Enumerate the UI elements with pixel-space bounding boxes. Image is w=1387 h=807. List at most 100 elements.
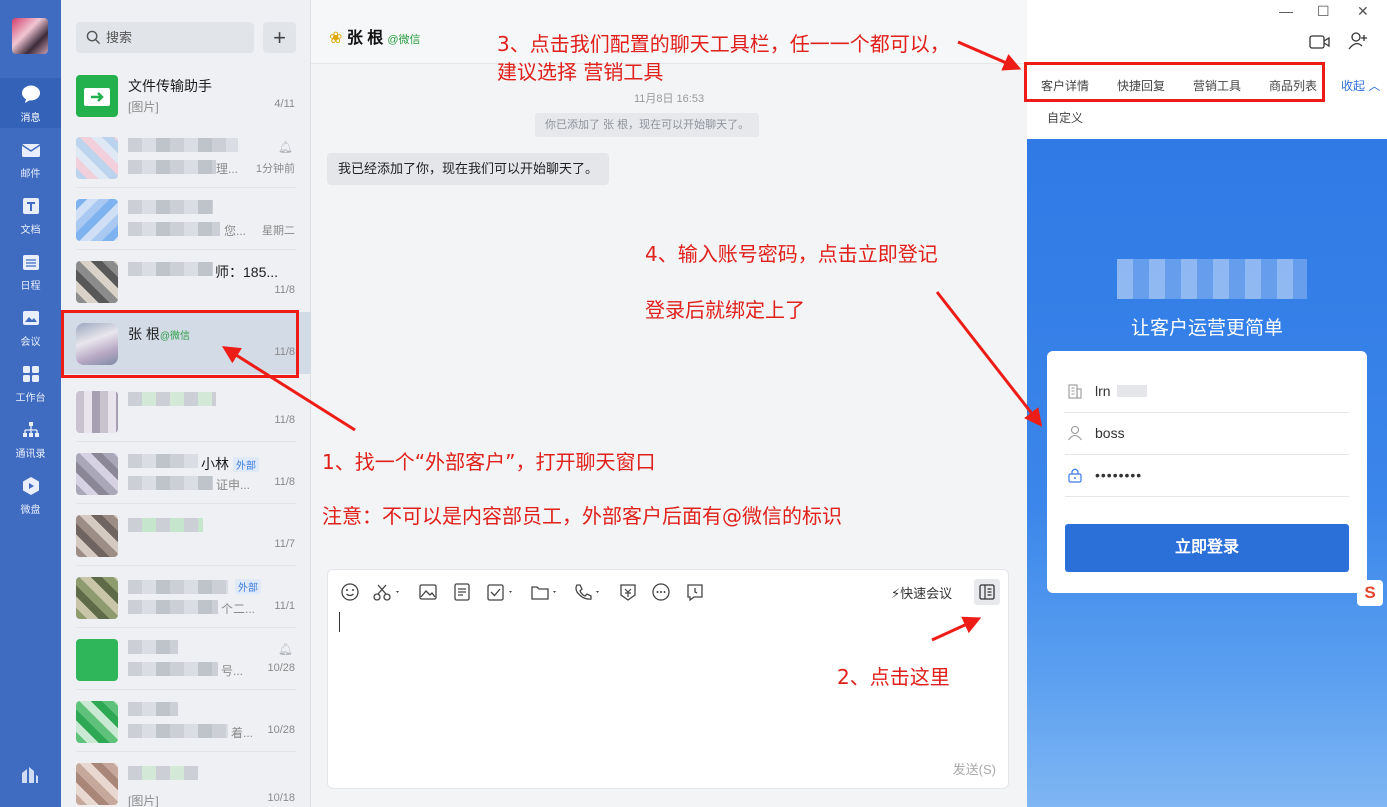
maximize-icon[interactable]: ☐: [1317, 3, 1330, 20]
list-item[interactable]: 您... 星期二: [61, 188, 311, 250]
add-member-icon[interactable]: [1347, 31, 1369, 51]
system-message: 你已添加了 张 根，现在可以开始聊天了。: [535, 113, 760, 137]
highlight-selected-chat: [61, 310, 299, 378]
avatar: [76, 391, 118, 433]
blurred-name: [128, 392, 216, 406]
collapse-button[interactable]: 收起 ︿: [1341, 77, 1380, 94]
wechat-suffix: @微信: [387, 34, 421, 46]
conv-time: 4/11: [274, 98, 295, 110]
blurred-name: [128, 580, 228, 594]
lock-icon: [1068, 468, 1082, 483]
mail-icon: [21, 144, 40, 157]
password-value: ••••••••: [1095, 467, 1143, 483]
nav-workbench[interactable]: 工作台: [0, 358, 61, 408]
scissors-icon[interactable]: [372, 582, 402, 602]
list-item[interactable]: 11/8: [61, 380, 311, 442]
folder-icon[interactable]: [530, 582, 560, 602]
conv-time: 11/7: [274, 538, 295, 550]
blurred-name: [128, 518, 203, 532]
list-item[interactable]: 理... 🔔︎ 1分钟前: [61, 126, 311, 188]
annotation-note: 注意：不可以是内容部员工，外部客户后面有@微信的标识: [322, 504, 842, 528]
blurred-preview: [128, 662, 218, 676]
slogan: 让客户运营更简单: [1130, 318, 1283, 339]
login-button[interactable]: 立即登录: [1065, 524, 1349, 572]
quick-meeting-button[interactable]: ⚡︎快速会议: [891, 583, 952, 602]
building-icon: [1068, 384, 1082, 399]
quick-meeting-label: 快速会议: [900, 586, 953, 601]
conv-time: 11/8: [274, 284, 295, 296]
sidebar-icon: [979, 584, 995, 600]
minimize-icon[interactable]: —: [1279, 3, 1293, 19]
add-button[interactable]: +: [263, 22, 296, 53]
nav-label: 微盘: [20, 505, 41, 516]
conv-name: 师：185...: [215, 264, 279, 280]
home-icon[interactable]: [20, 765, 40, 785]
document-icon: [22, 198, 39, 214]
list-item[interactable]: 外部 个二... 11/1: [61, 566, 311, 628]
send-button[interactable]: 发送(S): [953, 759, 996, 778]
conv-preview: [图片]: [128, 794, 159, 807]
phone-icon[interactable]: [573, 582, 603, 602]
nav-calendar[interactable]: 日程: [0, 246, 61, 296]
history-icon[interactable]: [685, 582, 705, 602]
mute-icon: 🔔︎: [277, 140, 293, 154]
image-icon[interactable]: [418, 582, 438, 602]
nav-mail[interactable]: 邮件: [0, 134, 61, 184]
nav-drive[interactable]: 微盘: [0, 470, 61, 520]
more-icon[interactable]: [651, 582, 671, 602]
nav-contacts[interactable]: 通讯录: [0, 414, 61, 464]
conv-preview: 号...: [221, 664, 244, 678]
list-item[interactable]: 着... 10/28: [61, 690, 311, 752]
blurred-preview: [128, 476, 213, 490]
emoji-icon[interactable]: [340, 582, 360, 602]
avatar: [76, 199, 118, 241]
blurred-name: [128, 766, 198, 780]
conv-preview: 您...: [224, 224, 247, 238]
username-field[interactable]: boss: [1065, 413, 1349, 455]
video-call-icon[interactable]: [1309, 33, 1331, 51]
meeting-icon: [22, 311, 39, 325]
sogou-ime-icon[interactable]: S: [1357, 580, 1383, 606]
note-icon[interactable]: [452, 582, 472, 602]
nav-docs[interactable]: 文档: [0, 190, 61, 240]
avatar: [76, 577, 118, 619]
annotation-step4: 4、输入账号密码，点击立即登记: [645, 242, 938, 266]
contacts-icon: [22, 422, 39, 437]
nav-meeting[interactable]: 会议: [0, 302, 61, 352]
tab-custom[interactable]: 自定义: [1047, 109, 1083, 126]
nav-messages[interactable]: 消息: [0, 78, 61, 128]
sidebar-toggle-button[interactable]: [974, 579, 1000, 605]
password-field[interactable]: ••••••••: [1065, 455, 1349, 497]
file-transfer-icon: [76, 75, 118, 117]
conversation-list: 搜索 + 文件传输助手 [图片] 4/11 理... 🔔︎ 1分钟前 您... …: [61, 0, 311, 807]
collapse-label: 收起: [1341, 79, 1366, 93]
message-bubble[interactable]: 我已经添加了你，现在我们可以开始聊天了。: [327, 153, 610, 185]
list-item[interactable]: 文件传输助手 [图片] 4/11: [61, 64, 311, 126]
blurred-name: [128, 454, 198, 468]
nav-label: 工作台: [15, 393, 46, 404]
calendar-icon: [22, 255, 39, 270]
conv-time: 10/28: [267, 662, 295, 674]
annotation-step3: 3、点击我们配置的聊天工具栏，任一一个都可以，: [497, 32, 950, 56]
search-icon: [86, 30, 101, 45]
avatar: [76, 763, 118, 805]
list-item[interactable]: 小林 外部 证申... 11/8: [61, 442, 311, 504]
blurred-logo: [1117, 259, 1307, 299]
avatar: [76, 137, 118, 179]
list-item[interactable]: 号... 🔔︎ 10/28: [61, 628, 311, 690]
search-input[interactable]: 搜索: [76, 22, 254, 53]
list-item[interactable]: 师：185... 11/8: [61, 250, 311, 312]
list-item[interactable]: [图片] 10/18: [61, 752, 311, 807]
blurred-name: [128, 262, 213, 276]
blurred-name: [128, 138, 238, 152]
conv-time: 11/8: [274, 476, 295, 488]
avatar[interactable]: [12, 18, 48, 54]
task-icon[interactable]: [486, 582, 516, 602]
sunflower-icon: ❀: [329, 30, 347, 47]
red-packet-icon[interactable]: [618, 582, 638, 602]
conv-preview: 证申...: [216, 478, 251, 492]
close-icon[interactable]: ✕: [1357, 3, 1369, 20]
org-field[interactable]: lrn: [1065, 371, 1349, 413]
conv-preview: 个二...: [221, 602, 256, 616]
list-item[interactable]: 11/7: [61, 504, 311, 566]
